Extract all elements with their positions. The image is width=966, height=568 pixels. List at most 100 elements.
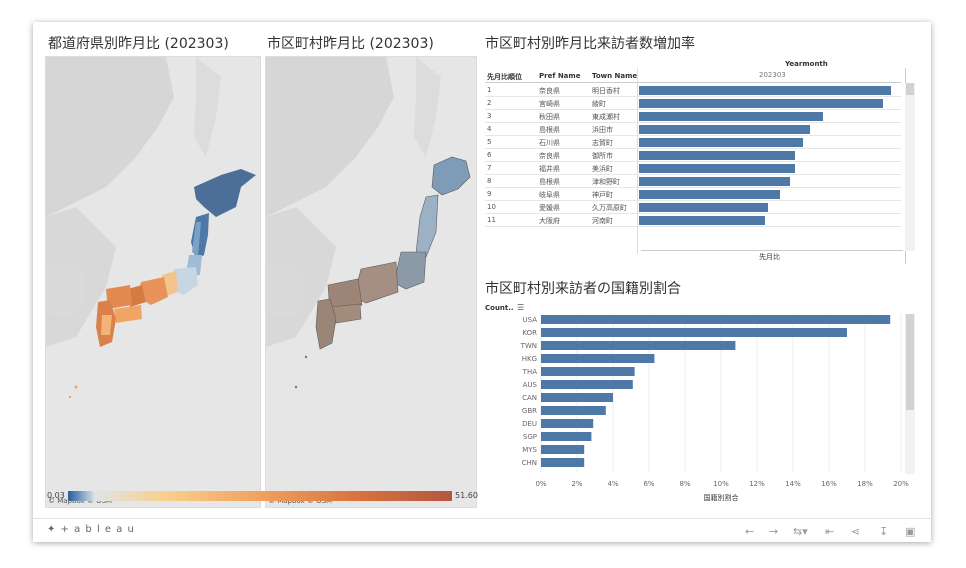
- city-map-graphic: [266, 57, 471, 389]
- rank-cell: 5: [487, 138, 492, 146]
- table-row[interactable]: 4 島根県 浜田市: [485, 123, 901, 136]
- ranking-bar[interactable]: [639, 125, 811, 134]
- ranking-bar[interactable]: [639, 190, 781, 199]
- town-cell: 浜田市: [592, 126, 613, 134]
- table-row[interactable]: 7 福井県 美浜町: [485, 162, 901, 175]
- revert-icon[interactable]: ⇆▾: [793, 525, 808, 538]
- table-row[interactable]: 1 奈良県 明日香村: [485, 84, 901, 97]
- category-label: USA: [523, 316, 538, 324]
- table-row[interactable]: 3 秋田県 東成瀬村: [485, 110, 901, 123]
- x-tick-label: 20%: [893, 480, 909, 488]
- ranking-bar[interactable]: [639, 138, 803, 147]
- x-tick-label: 6%: [643, 480, 654, 488]
- nationality-bar[interactable]: [541, 367, 635, 376]
- nationality-title: 市区町村別来訪者の国籍別割合: [485, 281, 681, 297]
- nationality-bar-chart[interactable]: 0% 2% 4% 6% 8% 10% 12% 14% 16% 18% 20% USA KOR TWN HKG…: [485, 310, 921, 520]
- pref-cell: 愛媛県: [539, 204, 560, 212]
- column-value-header: 202303: [759, 71, 786, 79]
- x-axis-title: 国籍別割合: [704, 493, 739, 502]
- ranking-bar[interactable]: [639, 86, 891, 95]
- nationality-bar[interactable]: [541, 419, 594, 428]
- ranking-bar[interactable]: [639, 203, 768, 212]
- category-label: MYS: [522, 446, 537, 454]
- legend-min: 0.03: [47, 491, 65, 500]
- x-tick-label: 10%: [713, 480, 729, 488]
- rank-cell: 8: [487, 177, 492, 185]
- nationality-scrollbar[interactable]: [905, 314, 915, 474]
- pref-cell: 奈良県: [539, 152, 560, 160]
- ranking-bar[interactable]: [639, 164, 796, 173]
- rank-cell: 9: [487, 190, 492, 198]
- category-label: TWN: [520, 342, 537, 350]
- prefecture-map-graphic: [46, 57, 256, 399]
- fullscreen-icon[interactable]: ▣: [905, 525, 915, 538]
- header-pref[interactable]: Pref Name: [539, 72, 580, 80]
- redo-icon[interactable]: →: [769, 525, 778, 538]
- rank-cell: 2: [487, 99, 492, 107]
- nationality-bar[interactable]: [541, 354, 655, 363]
- rank-cell: 1: [487, 86, 492, 94]
- town-cell: 神戸町: [592, 191, 613, 199]
- city-map-title: 市区町村昨月比 (202303): [267, 36, 434, 52]
- tableau-logo: ✦ + a b l e a u: [47, 524, 135, 535]
- ranking-table[interactable]: Yearmonth 202303 先月比順位 Pref Name Town Na…: [481, 56, 917, 264]
- table-row[interactable]: 8 島根県 津和野町: [485, 175, 901, 188]
- town-cell: 明日香村: [592, 87, 620, 95]
- ranking-bar[interactable]: [639, 151, 796, 160]
- category-label: SGP: [523, 433, 537, 441]
- category-label: THA: [522, 368, 538, 376]
- dashboard-frame: 都道府県別昨月比 (202303) 市区町村昨月比 (202303) 市区町村別…: [33, 22, 931, 542]
- x-tick-label: 2%: [571, 480, 582, 488]
- town-cell: 綾町: [592, 100, 606, 108]
- nationality-bar[interactable]: [541, 432, 592, 441]
- nationality-bar[interactable]: [541, 315, 891, 324]
- ranking-footer-label: 先月比: [759, 253, 780, 261]
- table-row[interactable]: 2 宮崎県 綾町: [485, 97, 901, 110]
- rank-cell: 11: [487, 216, 496, 224]
- x-tick-label: 4%: [607, 480, 618, 488]
- pref-cell: 奈良県: [539, 87, 560, 95]
- nationality-bar[interactable]: [541, 380, 633, 389]
- x-tick-label: 14%: [785, 480, 801, 488]
- ranking-bar[interactable]: [639, 99, 884, 108]
- column-group-header: Yearmonth: [785, 60, 828, 68]
- x-tick-label: 8%: [679, 480, 690, 488]
- city-map[interactable]: © Mapbox © OSM: [265, 56, 477, 508]
- x-tick-label: 12%: [749, 480, 765, 488]
- table-row[interactable]: 9 岐阜県 神戸町: [485, 188, 901, 201]
- nationality-bar[interactable]: [541, 458, 585, 467]
- header-town[interactable]: Town Name: [592, 72, 637, 80]
- pref-cell: 島根県: [539, 178, 560, 186]
- table-row[interactable]: 6 奈良県 御所市: [485, 149, 901, 162]
- ranking-bar[interactable]: [639, 177, 791, 186]
- nationality-bar[interactable]: [541, 406, 606, 415]
- pref-cell: 福井県: [539, 165, 560, 173]
- header-rank[interactable]: 先月比順位: [487, 72, 522, 82]
- table-row[interactable]: 5 石川県 志賀町: [485, 136, 901, 149]
- back-icon[interactable]: ⇤: [825, 525, 834, 538]
- table-row[interactable]: 10 愛媛県 久万高原町: [485, 201, 901, 214]
- rank-cell: 7: [487, 164, 492, 172]
- x-tick-label: 18%: [857, 480, 873, 488]
- prefecture-map[interactable]: © Mapbox © OSM: [45, 56, 261, 508]
- ranking-scrollbar[interactable]: [905, 83, 915, 251]
- category-label: CHN: [522, 459, 537, 467]
- rank-cell: 10: [487, 203, 496, 211]
- ranking-bar[interactable]: [639, 112, 823, 121]
- pref-cell: 大阪府: [539, 217, 560, 225]
- town-cell: 志賀町: [592, 139, 613, 147]
- nationality-bar[interactable]: [541, 328, 847, 337]
- table-row[interactable]: 11 大阪府 河南町: [485, 214, 901, 227]
- nationality-bar[interactable]: [541, 341, 736, 350]
- category-label: GBR: [522, 407, 537, 415]
- ranking-bar[interactable]: [639, 216, 765, 225]
- undo-icon[interactable]: ←: [745, 525, 754, 538]
- tableau-toolbar: ✦ + a b l e a u ← → ⇆▾ ⇤ ⋖ ↧ ▣: [33, 518, 931, 542]
- nationality-bar[interactable]: [541, 393, 613, 402]
- town-cell: 久万高原町: [592, 204, 627, 212]
- rank-cell: 6: [487, 151, 492, 159]
- download-icon[interactable]: ↧: [879, 525, 888, 538]
- share-icon[interactable]: ⋖: [851, 525, 860, 538]
- nationality-bar[interactable]: [541, 445, 585, 454]
- pref-cell: 島根県: [539, 126, 560, 134]
